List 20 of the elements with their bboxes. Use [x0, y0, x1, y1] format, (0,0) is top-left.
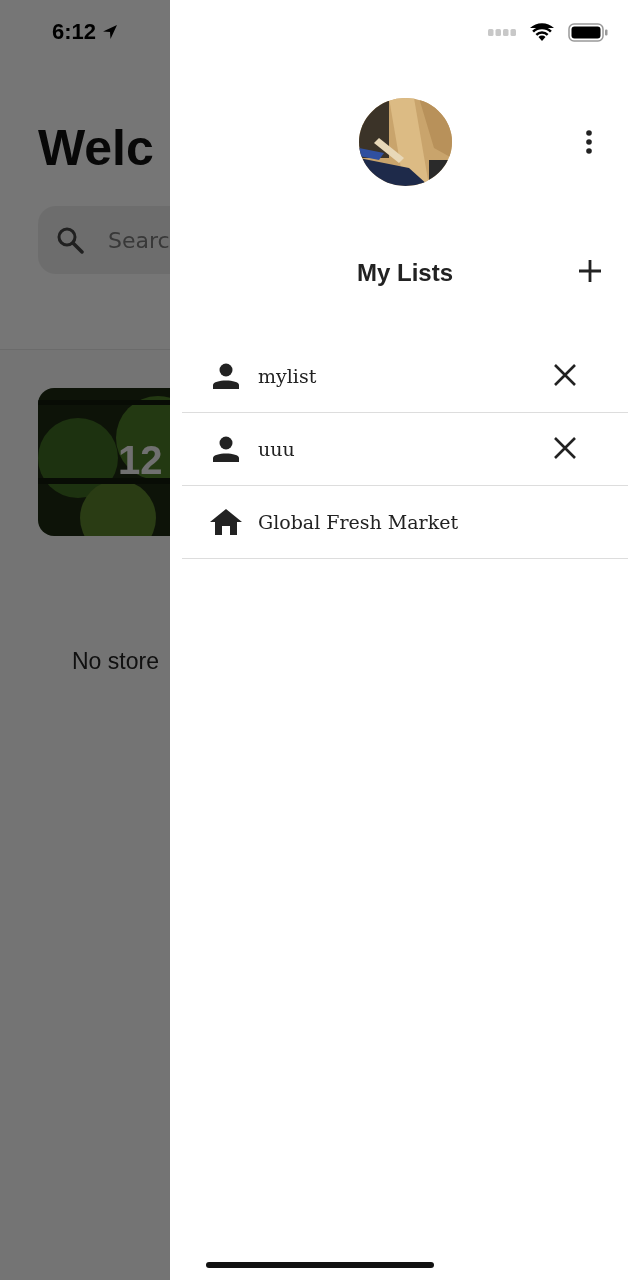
list-item[interactable]: mylist	[182, 340, 628, 413]
battery-icon	[568, 22, 608, 42]
signal-icon	[488, 28, 516, 36]
search-icon	[56, 226, 84, 254]
clock-time: 6:12	[52, 19, 97, 45]
list-item[interactable]: uuu	[182, 413, 628, 486]
location-arrow-icon	[102, 24, 119, 40]
store-count: 12	[118, 438, 163, 483]
house-icon	[210, 509, 242, 535]
drawer-title: My Lists	[357, 259, 453, 287]
empty-message: No store	[72, 648, 159, 675]
list-item[interactable]: Global Fresh Market	[182, 486, 628, 559]
welcome-title: Welc	[38, 119, 154, 178]
close-icon	[554, 363, 576, 386]
person-icon	[212, 363, 240, 389]
wifi-icon	[530, 23, 554, 41]
plus-icon	[578, 258, 602, 283]
person-icon	[212, 436, 240, 462]
kebab-icon	[586, 130, 592, 154]
close-icon	[554, 436, 576, 459]
